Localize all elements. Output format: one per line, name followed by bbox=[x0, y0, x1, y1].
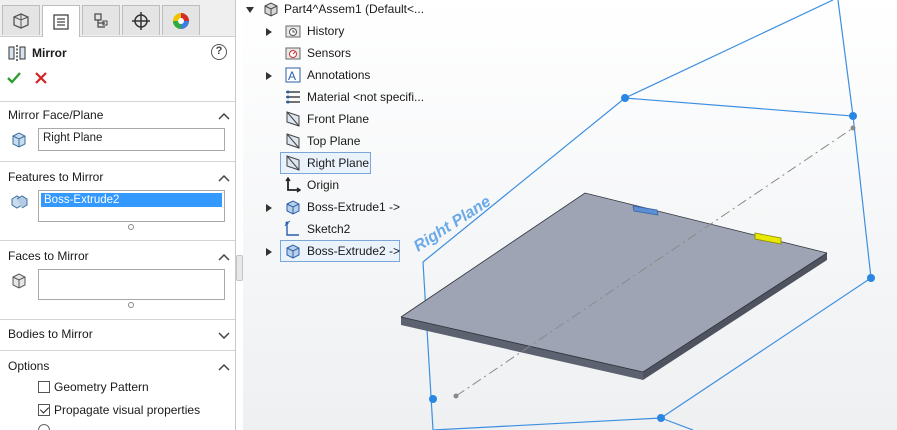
features-selection-icon bbox=[11, 195, 28, 209]
plane-icon bbox=[286, 155, 300, 171]
property-manager-header: Mirror ? bbox=[0, 40, 235, 100]
sensors-folder-icon bbox=[285, 47, 301, 60]
chevron-up-icon[interactable] bbox=[218, 253, 230, 261]
tree-item-sketch2[interactable]: Sketch2 bbox=[307, 220, 350, 238]
tree-item-right-plane[interactable]: Right Plane bbox=[307, 154, 369, 172]
plane-handle[interactable] bbox=[657, 414, 665, 422]
plane-handle[interactable] bbox=[429, 395, 437, 403]
plane-icon bbox=[286, 111, 300, 127]
tree-item-history[interactable]: History bbox=[307, 22, 344, 40]
face-plane-selection-icon bbox=[12, 132, 26, 148]
origin-icon bbox=[285, 176, 302, 193]
plane-handle[interactable] bbox=[621, 94, 629, 102]
tree-expand-icon[interactable] bbox=[265, 28, 273, 36]
graphics-area[interactable]: Right Plane Part4^Assem1 (Default<... Hi… bbox=[243, 0, 897, 430]
face-selection-icon bbox=[12, 273, 26, 289]
faces-to-mirror-list[interactable] bbox=[38, 269, 225, 300]
divider bbox=[0, 161, 235, 162]
right-plane-edge bbox=[837, 0, 854, 117]
right-plane-edge bbox=[624, 0, 834, 99]
plane-handle[interactable] bbox=[867, 274, 875, 282]
ok-check-button[interactable] bbox=[6, 70, 22, 86]
display-manager-icon bbox=[173, 12, 189, 29]
right-plane-edge bbox=[422, 261, 434, 430]
tree-expand-icon[interactable] bbox=[265, 204, 273, 212]
group-title-bodies-to-mirror[interactable]: Bodies to Mirror bbox=[8, 327, 93, 341]
plane-icon bbox=[286, 133, 300, 149]
tree-expand-icon[interactable] bbox=[265, 72, 273, 80]
geometry-pattern-label: Geometry Pattern bbox=[54, 380, 149, 394]
chevron-down-icon[interactable] bbox=[218, 331, 230, 339]
axis-end-point bbox=[453, 393, 459, 399]
feature-tree-flyout: Part4^Assem1 (Default<... History Sensor… bbox=[243, 0, 503, 265]
property-manager-panel: Mirror ? Mirror Face/Plane Right Plane F… bbox=[0, 0, 236, 430]
tree-item-annotations[interactable]: Annotations bbox=[307, 66, 370, 84]
divider bbox=[0, 101, 235, 102]
configuration-manager-icon bbox=[94, 12, 108, 28]
annotations-icon: A bbox=[285, 67, 301, 83]
tree-item-origin[interactable]: Origin bbox=[307, 176, 339, 194]
sketch-icon bbox=[284, 220, 299, 236]
display-manager-tab[interactable] bbox=[162, 5, 200, 35]
tree-item-top-plane[interactable]: Top Plane bbox=[307, 132, 360, 150]
svg-text:A: A bbox=[288, 69, 296, 83]
axis-end-point bbox=[850, 125, 856, 131]
property-manager-title: Mirror bbox=[32, 46, 67, 60]
property-manager-icon bbox=[53, 13, 69, 30]
tree-item-boss-extrude2[interactable]: Boss-Extrude2 -> bbox=[307, 242, 400, 260]
tree-collapse-icon[interactable] bbox=[246, 6, 254, 14]
feature-manager-icon bbox=[13, 12, 29, 29]
configuration-manager-tab[interactable] bbox=[82, 5, 120, 35]
geometry-pattern-option[interactable]: Geometry Pattern bbox=[38, 380, 149, 394]
divider bbox=[0, 240, 235, 241]
crosshair-icon bbox=[132, 11, 150, 30]
list-resize-handle[interactable] bbox=[128, 224, 134, 230]
group-title-faces-to-mirror[interactable]: Faces to Mirror bbox=[8, 249, 89, 263]
material-icon bbox=[286, 90, 300, 104]
right-plane-edge bbox=[660, 417, 694, 430]
geometry-pattern-checkbox[interactable] bbox=[38, 381, 50, 393]
tree-root-label[interactable]: Part4^Assem1 (Default<... bbox=[284, 0, 424, 18]
propagate-visual-label: Propagate visual properties bbox=[54, 403, 201, 417]
divider bbox=[0, 350, 235, 351]
features-to-mirror-list[interactable]: Boss-Extrude2 bbox=[38, 190, 225, 222]
extrude-icon bbox=[286, 244, 300, 259]
feature-manager-tab[interactable] bbox=[2, 5, 40, 35]
dimxpert-manager-tab[interactable] bbox=[122, 5, 160, 35]
chevron-up-icon[interactable] bbox=[218, 112, 230, 120]
divider bbox=[0, 319, 235, 320]
group-title-mirror-face-plane[interactable]: Mirror Face/Plane bbox=[8, 108, 103, 122]
property-manager-tab[interactable] bbox=[42, 5, 80, 37]
tree-item-material[interactable]: Material <not specifi... bbox=[307, 88, 424, 106]
list-resize-handle[interactable] bbox=[128, 302, 134, 308]
propagate-visual-checkbox[interactable] bbox=[38, 404, 50, 416]
part-icon bbox=[264, 2, 278, 17]
history-folder-icon bbox=[285, 25, 301, 38]
tree-expand-icon[interactable] bbox=[265, 248, 273, 256]
extrude-icon bbox=[286, 200, 300, 215]
help-icon[interactable]: ? bbox=[211, 44, 227, 60]
right-plane-edge bbox=[432, 417, 662, 430]
mirror-feature-icon bbox=[8, 45, 26, 61]
tree-item-boss-extrude1[interactable]: Boss-Extrude1 -> bbox=[307, 198, 400, 216]
chevron-up-icon[interactable] bbox=[218, 174, 230, 182]
manager-tab-bar bbox=[0, 0, 235, 37]
tree-item-front-plane[interactable]: Front Plane bbox=[307, 110, 369, 128]
panel-splitter-handle[interactable] bbox=[236, 255, 243, 281]
propagate-visual-option[interactable]: Propagate visual properties bbox=[38, 403, 200, 417]
group-title-options[interactable]: Options bbox=[8, 359, 49, 373]
list-item[interactable]: Boss-Extrude2 bbox=[41, 193, 222, 207]
tree-item-sensors[interactable]: Sensors bbox=[307, 44, 351, 62]
chevron-up-icon[interactable] bbox=[218, 363, 230, 371]
group-title-features-to-mirror[interactable]: Features to Mirror bbox=[8, 170, 103, 184]
mirror-plane-field[interactable]: Right Plane bbox=[38, 128, 225, 151]
partial-radio-button[interactable] bbox=[38, 424, 50, 430]
plane-handle[interactable] bbox=[849, 112, 857, 120]
cancel-x-button[interactable] bbox=[33, 70, 49, 86]
